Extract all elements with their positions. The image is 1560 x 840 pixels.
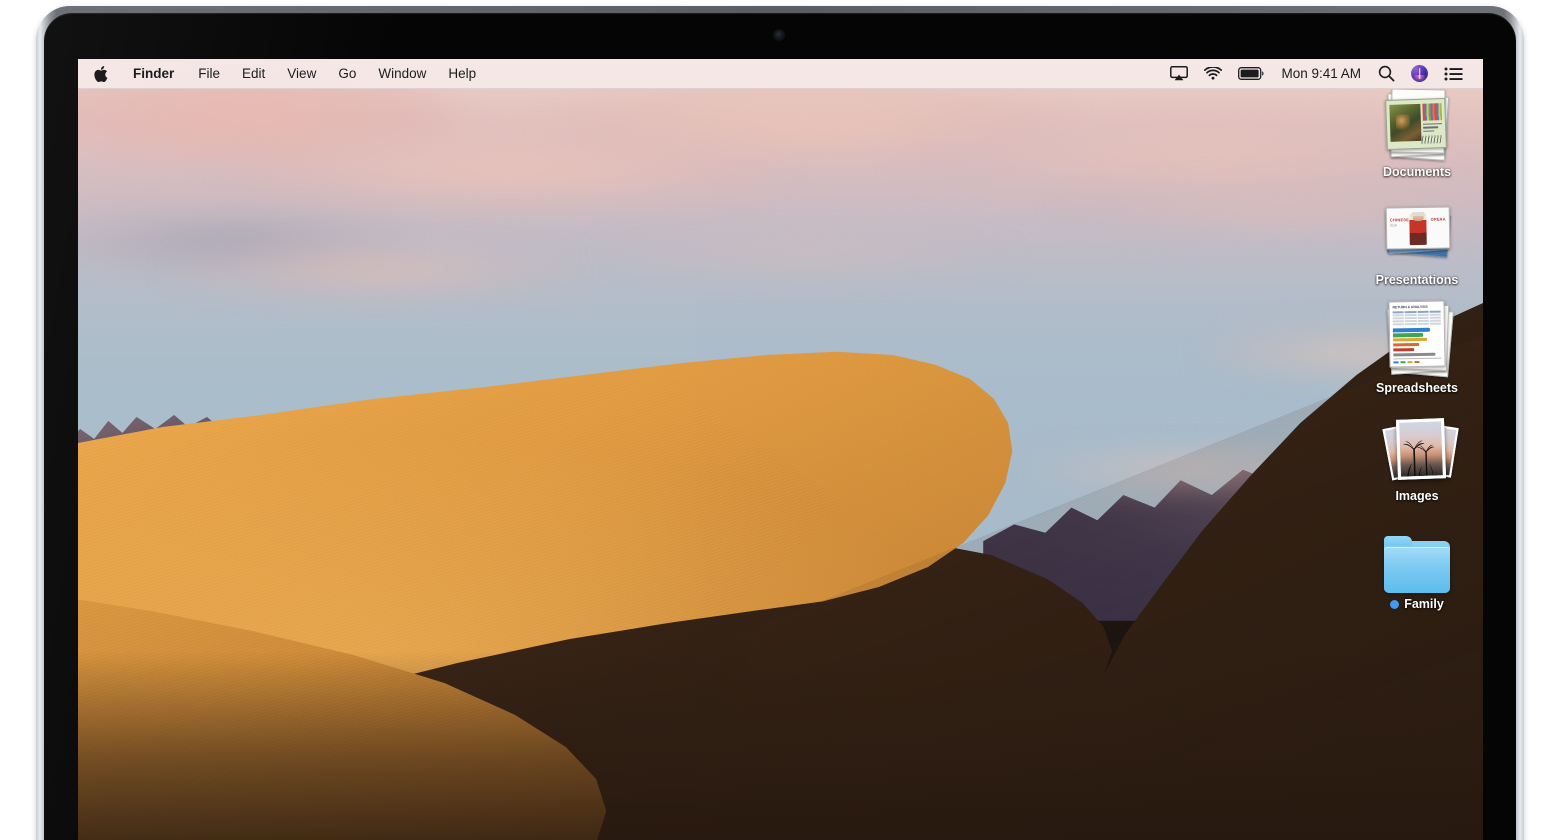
presentation-title-right: OPERA xyxy=(1430,216,1446,222)
menu-item-file[interactable]: File xyxy=(187,59,231,88)
screenshot-root: Finder File Edit View Go Window Help Mon… xyxy=(0,0,1560,840)
desktop-icon-label: Family xyxy=(1390,597,1444,611)
desktop-icon-label: Documents xyxy=(1383,165,1451,179)
tag-dot-icon xyxy=(1390,599,1400,609)
search-icon[interactable] xyxy=(1370,59,1403,88)
foreground-vignette xyxy=(78,651,1483,840)
wifi-icon[interactable] xyxy=(1196,59,1230,88)
label-text: Images xyxy=(1395,489,1439,503)
label-text: Family xyxy=(1404,597,1444,611)
presentations-stack-icon: CHINESE OPERA 2018 xyxy=(1365,193,1469,269)
spreadsheet-mini-bar-chart xyxy=(1392,327,1441,357)
battery-icon[interactable] xyxy=(1230,59,1272,88)
menu-item-window[interactable]: Window xyxy=(367,59,437,88)
desktop-icon-family[interactable]: Family xyxy=(1362,517,1472,611)
documents-stack-icon xyxy=(1365,85,1469,161)
presentation-title-left: CHINESE xyxy=(1389,217,1410,223)
menu-item-view[interactable]: View xyxy=(276,59,327,88)
menu-bar-clock[interactable]: Mon 9:41 AM xyxy=(1272,66,1370,81)
spreadsheet-heading: RETURN & ANALYSIS xyxy=(1392,304,1428,310)
desktop-icon-grid: Documents CHINESE OPERA 2018 Presentatio… xyxy=(1355,85,1479,625)
control-center-icon[interactable] xyxy=(1436,59,1471,88)
menu-item-help[interactable]: Help xyxy=(437,59,487,88)
screen: Finder File Edit View Go Window Help Mon… xyxy=(78,59,1483,840)
menu-app-name[interactable]: Finder xyxy=(120,59,187,88)
presentation-subtitle: 2018 xyxy=(1389,223,1397,228)
label-text: Documents xyxy=(1382,165,1452,179)
menu-item-edit[interactable]: Edit xyxy=(231,59,276,88)
folder-icon xyxy=(1365,517,1469,593)
desktop-wallpaper xyxy=(78,59,1483,840)
desktop-icon-label: Images xyxy=(1395,489,1438,503)
desktop-icon-label: Presentations xyxy=(1376,273,1459,287)
menu-bar: Finder File Edit View Go Window Help Mon… xyxy=(78,59,1483,89)
images-stack-icon xyxy=(1365,409,1469,485)
spreadsheet-mini-table xyxy=(1392,310,1441,326)
menu-bar-left: Finder File Edit View Go Window Help xyxy=(78,59,487,88)
spreadsheets-stack-icon: RETURN & ANALYSIS xyxy=(1365,300,1469,378)
camera-icon xyxy=(774,30,784,40)
menu-bar-status-area: Mon 9:41 AM xyxy=(1162,59,1483,88)
label-text: Presentations xyxy=(1375,273,1459,287)
desktop-icon-images[interactable]: Images xyxy=(1362,409,1472,503)
desktop-icon-spreadsheets[interactable]: RETURN & ANALYSIS Spreadsheets xyxy=(1362,300,1472,395)
desktop-icon-documents[interactable]: Documents xyxy=(1362,85,1472,179)
apple-logo-icon[interactable] xyxy=(92,59,120,88)
airplay-icon[interactable] xyxy=(1162,59,1196,88)
desktop-icon-presentations[interactable]: CHINESE OPERA 2018 Presentations xyxy=(1362,193,1472,287)
desktop-icon-label: Spreadsheets xyxy=(1376,381,1458,395)
label-text: Spreadsheets xyxy=(1376,381,1458,395)
menu-item-go[interactable]: Go xyxy=(327,59,367,88)
siri-icon[interactable] xyxy=(1403,59,1436,88)
